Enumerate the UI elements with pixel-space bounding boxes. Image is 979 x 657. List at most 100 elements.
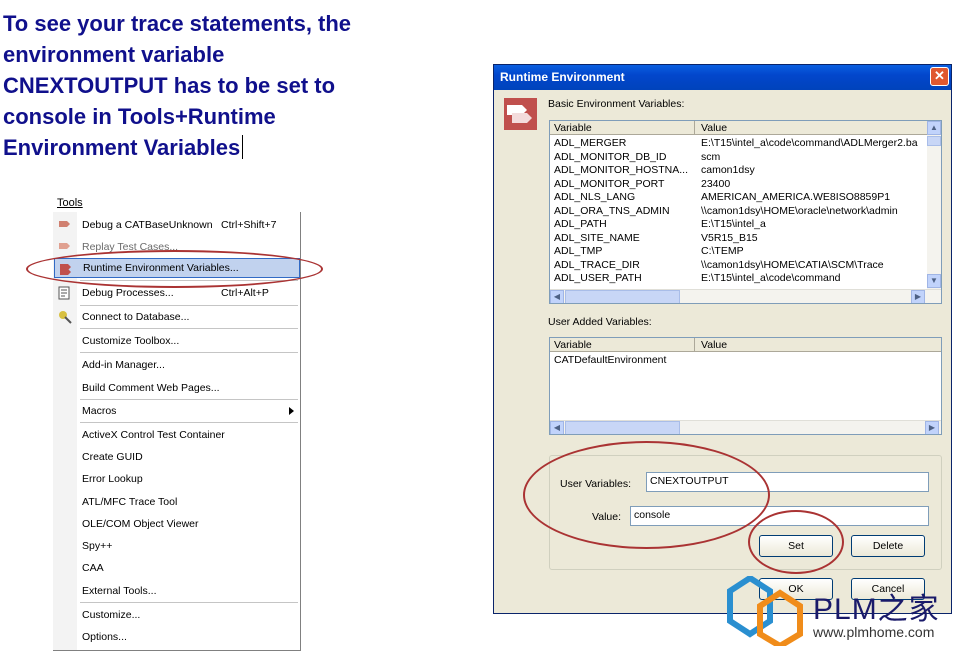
menu-item-label: Error Lookup (82, 473, 143, 485)
delete-button[interactable]: Delete (851, 535, 925, 557)
menu-item-build-comment-web-pages[interactable]: Build Comment Web Pages... (53, 378, 300, 398)
column-header-variable[interactable]: Variable (554, 122, 592, 134)
menu-item-shortcut: Ctrl+Shift+7 (221, 219, 277, 231)
table-row-value[interactable]: E:\T15\intel_a\code\command (701, 272, 925, 284)
menu-item-shortcut: Ctrl+Alt+P (221, 287, 269, 299)
scroll-down-button[interactable]: ▼ (927, 274, 941, 288)
table-row-value[interactable]: C:\TEMP (701, 245, 925, 257)
menu-item-macros[interactable]: Macros (53, 401, 300, 421)
scroll-thumb[interactable] (927, 136, 941, 146)
table-row-value[interactable]: E:\T15\intel_a (701, 218, 925, 230)
watermark: PLM之家 www.plmhome.com (725, 574, 975, 654)
table-row-value[interactable]: scm (701, 151, 925, 163)
scroll-left-button[interactable]: ◀ (550, 421, 564, 434)
menu-item-caa[interactable]: CAA (53, 558, 300, 578)
table-row-variable[interactable]: ADL_SITE_NAME (554, 232, 640, 244)
table-row-variable[interactable]: ADL_MERGER (554, 137, 626, 149)
close-button[interactable]: ✕ (930, 67, 949, 86)
horizontal-scrollbar[interactable]: ◀ ▶ (550, 420, 941, 434)
table-row-variable[interactable]: ADL_PATH (554, 218, 607, 230)
table-row-value[interactable]: V5R15_B15 (701, 232, 925, 244)
menu-item-label: Debug a CATBaseUnknown (82, 219, 213, 231)
table-row-value[interactable]: \\camon1dsy\HOME\oracle\network\admin (701, 205, 925, 217)
menu-item-options[interactable]: Options... (53, 627, 300, 647)
table-row-variable[interactable]: ADL_NLS_LANG (554, 191, 635, 203)
heading-line-last: Environment Variables (3, 132, 443, 163)
menu-item-spy[interactable]: Spy++ (53, 536, 300, 556)
menu-item-label: Options... (82, 631, 127, 643)
text-caret (242, 135, 244, 159)
basic-variables-label: Basic Environment Variables: (548, 98, 685, 110)
heading-line: To see your trace statements, the (3, 11, 352, 36)
table-row-variable[interactable]: ADL_ORA_TNS_ADMIN (554, 205, 670, 217)
annotation-ellipse-fields (523, 441, 770, 549)
scroll-thumb[interactable] (565, 421, 680, 434)
menu-item-label: OLE/COM Object Viewer (82, 518, 199, 530)
menu-item-label: CAA (82, 562, 104, 574)
database-connect-icon (59, 311, 72, 324)
menu-item-customize-toolbox[interactable]: Customize Toolbox... (53, 331, 300, 351)
menu-item-label: Customize Toolbox... (82, 335, 180, 347)
instruction-heading: To see your trace statements, the enviro… (3, 8, 443, 163)
table-row-variable[interactable]: ADL_MONITOR_HOSTNA... (554, 164, 688, 176)
column-divider (694, 338, 695, 352)
heading-line: console in Tools+Runtime (3, 104, 276, 129)
table-row-variable[interactable]: ADL_USER_PATH (554, 272, 642, 284)
menu-separator (80, 399, 298, 400)
scroll-right-button[interactable]: ▶ (925, 421, 939, 434)
menu-item-add-in-manager[interactable]: Add-in Manager... (53, 355, 300, 375)
menu-separator (80, 422, 298, 423)
table-row-variable[interactable]: ADL_MONITOR_DB_ID (554, 151, 666, 163)
table-row-value[interactable]: E:\T15\intel_a\code\command\ADLMerger2.b… (701, 137, 925, 149)
scroll-right-button[interactable]: ▶ (911, 290, 925, 303)
column-header-variable[interactable]: Variable (554, 339, 592, 351)
menu-item-ole-com-object-viewer[interactable]: OLE/COM Object Viewer (53, 514, 300, 534)
menu-item-label: Create GUID (82, 451, 143, 463)
table-row-variable[interactable]: ADL_TRACE_DIR (554, 259, 640, 271)
menu-item-error-lookup[interactable]: Error Lookup (53, 469, 300, 489)
menu-item-external-tools[interactable]: External Tools... (53, 581, 300, 601)
dialog-title: Runtime Environment (500, 70, 625, 84)
scroll-left-button[interactable]: ◀ (550, 290, 564, 303)
heading-line: environment variable (3, 42, 225, 67)
dialog-titlebar[interactable]: Runtime Environment ✕ (494, 65, 951, 90)
annotation-ellipse-menu (26, 250, 323, 288)
heading-line: CNEXTOUTPUT has to be set to (3, 73, 336, 98)
annotation-ellipse-set (748, 510, 844, 574)
list-header: Variable Value (550, 121, 927, 135)
table-row[interactable]: CATDefaultEnvironment (554, 354, 666, 366)
menu-item-label: Macros (82, 405, 117, 417)
menu-item-create-guid[interactable]: Create GUID (53, 447, 300, 467)
column-header-value[interactable]: Value (701, 339, 727, 351)
menu-item-debug-catbaseunknown[interactable]: Debug a CATBaseUnknown Ctrl+Shift+7 (53, 215, 300, 235)
menu-item-atl-mfc-trace-tool[interactable]: ATL/MFC Trace Tool (53, 492, 300, 512)
table-row-value[interactable]: \\camon1dsy\HOME\CATIA\SCM\Trace (701, 259, 925, 271)
vertical-scrollbar[interactable]: ▲ ▼ (927, 121, 941, 289)
scroll-thumb[interactable] (565, 290, 680, 303)
tools-menu-title[interactable]: Tools (57, 197, 83, 209)
table-row-value[interactable]: AMERICAN_AMERICA.WE8ISO8859P1 (701, 191, 925, 203)
plm-logo-icon (727, 576, 803, 646)
menu-item-label: External Tools... (82, 585, 157, 597)
table-row-value[interactable]: 23400 (701, 178, 925, 190)
menu-item-customize[interactable]: Customize... (53, 605, 300, 625)
menu-item-label: Spy++ (82, 540, 113, 552)
horizontal-scrollbar[interactable]: ◀ ▶ (550, 289, 941, 303)
menu-item-label: Add-in Manager... (82, 359, 165, 371)
menu-item-label: Connect to Database... (82, 311, 190, 323)
watermark-url: www.plmhome.com (813, 624, 935, 640)
debug-arrow-icon (59, 221, 70, 227)
menu-separator (80, 305, 298, 306)
basic-variables-list[interactable]: Variable Value ADL_MERGER E:\T15\intel_a\… (549, 120, 942, 304)
column-header-value[interactable]: Value (701, 122, 727, 134)
menu-item-connect-to-database[interactable]: Connect to Database... (53, 307, 300, 327)
scroll-up-button[interactable]: ▲ (927, 121, 941, 135)
table-row-value[interactable]: camon1dsy (701, 164, 925, 176)
menu-item-label: ATL/MFC Trace Tool (82, 496, 178, 508)
table-row-variable[interactable]: ADL_TMP (554, 245, 602, 257)
table-row-variable[interactable]: ADL_MONITOR_PORT (554, 178, 664, 190)
menu-item-activex-control-test-container[interactable]: ActiveX Control Test Container (53, 425, 300, 445)
submenu-arrow-icon (289, 407, 294, 415)
menu-separator (80, 328, 298, 329)
user-added-variables-list[interactable]: Variable Value CATDefaultEnvironment ◀ ▶ (549, 337, 942, 435)
